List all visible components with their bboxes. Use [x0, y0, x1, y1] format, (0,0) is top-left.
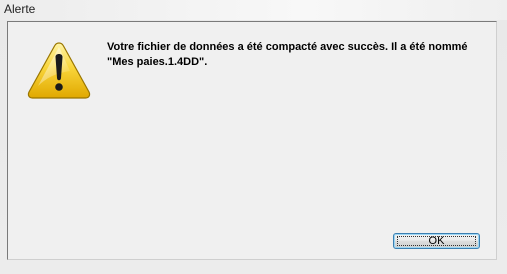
alert-window: Alerte Votre fichier de données a été co… — [0, 0, 507, 274]
title-bar[interactable]: Alerte — [0, 0, 507, 20]
alert-message: Votre fichier de données a été compacté … — [107, 40, 487, 70]
warning-icon — [27, 42, 91, 99]
dialog-body: Votre fichier de données a été compacté … — [7, 21, 497, 260]
window-title: Alerte — [4, 2, 36, 16]
ok-button[interactable]: OK — [393, 233, 480, 249]
focus-rectangle — [397, 236, 476, 246]
message-line-1: Votre fichier de données a été compacté … — [107, 41, 468, 53]
message-line-2: "Mes paies.1.4DD". — [107, 56, 208, 68]
